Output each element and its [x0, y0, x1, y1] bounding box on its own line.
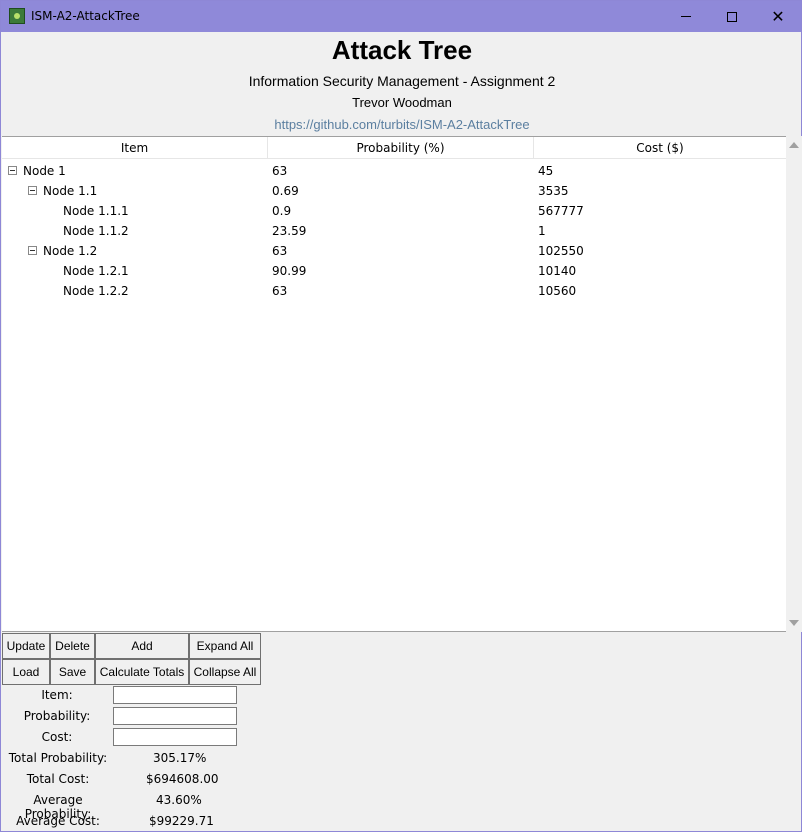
average-probability-value: 43.60% [156, 793, 202, 807]
vertical-scrollbar[interactable] [786, 136, 802, 632]
cost-label: Cost: [41, 730, 73, 744]
tree-cell-cost: 10140 [538, 264, 577, 278]
tree-cell-probability: 63 [272, 284, 288, 298]
collapse-toggle-icon[interactable] [8, 166, 17, 175]
total-cost-value: $694608.00 [146, 772, 219, 786]
total-cost-label: Total Cost: [26, 772, 90, 786]
average-cost-value: $99229.71 [149, 814, 214, 828]
tree-cell-item: Node 1.1.1 [63, 204, 129, 218]
tree-header: Item Probability (%) Cost ($) [2, 137, 786, 159]
attack-tree-view[interactable]: Item Probability (%) Cost ($) Node 1 63 45… [2, 136, 786, 632]
maximize-icon [727, 11, 737, 22]
tree-cell-item: Node 1.2.2 [63, 284, 129, 298]
column-header-cost[interactable]: Cost ($) [534, 137, 786, 159]
load-button[interactable]: Load [2, 659, 50, 685]
probability-label: Probability: [23, 709, 91, 723]
tree-cell-probability: 23.59 [272, 224, 307, 238]
collapse-toggle-icon[interactable] [28, 246, 37, 255]
tree-cell-cost: 3535 [538, 184, 569, 198]
add-button[interactable]: Add [95, 633, 189, 659]
tree-row[interactable]: Node 1.1 0.69 3535 [2, 181, 786, 201]
page-title: Attack Tree [331, 35, 473, 65]
delete-button[interactable]: Delete [50, 633, 95, 659]
expand-all-button[interactable]: Expand All [189, 633, 261, 659]
minimize-icon [681, 16, 691, 17]
repo-link[interactable]: https://github.com/turbits/ISM-A2-Attack… [2, 117, 802, 132]
close-icon: ✕ [771, 7, 785, 26]
tree-row[interactable]: Node 1 63 45 [2, 161, 786, 181]
save-button[interactable]: Save [50, 659, 95, 685]
collapse-all-button[interactable]: Collapse All [189, 659, 261, 685]
scroll-up-icon[interactable] [789, 142, 799, 148]
update-button[interactable]: Update [2, 633, 50, 659]
collapse-toggle-icon[interactable] [28, 186, 37, 195]
tree-cell-cost: 1 [538, 224, 546, 238]
tree-cell-item: Node 1.2 [43, 244, 98, 258]
close-button[interactable]: ✕ [755, 1, 801, 32]
tree-row[interactable]: Node 1.2.2 63 10560 [2, 281, 786, 301]
tree-cell-item: Node 1.1.2 [63, 224, 129, 238]
window-title: ISM-A2-AttackTree [31, 9, 140, 23]
cost-input[interactable] [113, 728, 237, 746]
tree-cell-item: Node 1 [23, 164, 66, 178]
tree-row[interactable]: Node 1.1.1 0.9 567777 [2, 201, 786, 221]
minimize-button[interactable] [663, 1, 709, 32]
tree-cell-probability: 63 [272, 244, 288, 258]
tree-cell-item: Node 1.1 [43, 184, 98, 198]
item-label: Item: [41, 688, 73, 702]
tree-cell-probability: 63 [272, 164, 288, 178]
average-cost-label: Average Cost: [16, 814, 100, 828]
maximize-button[interactable] [709, 1, 755, 32]
tree-cell-probability: 0.69 [272, 184, 299, 198]
header: Attack Tree Information Security Managem… [2, 32, 802, 136]
tree-row[interactable]: Node 1.1.2 23.59 1 [2, 221, 786, 241]
scroll-down-icon[interactable] [789, 620, 799, 626]
app-window: ISM-A2-AttackTree ✕ Attack Tree Informat… [0, 0, 802, 832]
item-input[interactable] [113, 686, 237, 704]
tree-row[interactable]: Node 1.2.1 90.99 10140 [2, 261, 786, 281]
author-name: Trevor Woodman [352, 95, 452, 110]
tree-cell-cost: 567777 [538, 204, 584, 218]
tree-cell-item: Node 1.2.1 [63, 264, 129, 278]
app-icon [9, 8, 25, 24]
title-bar[interactable]: ISM-A2-AttackTree ✕ [1, 1, 801, 32]
probability-input[interactable] [113, 707, 237, 725]
calculate-totals-button[interactable]: Calculate Totals [95, 659, 189, 685]
tree-cell-probability: 0.9 [272, 204, 292, 218]
tree-cell-cost: 45 [538, 164, 554, 178]
total-probability-label: Total Probability: [8, 751, 108, 765]
tree-cell-cost: 102550 [538, 244, 584, 258]
tree-cell-cost: 10560 [538, 284, 577, 298]
tree-cell-probability: 90.99 [272, 264, 307, 278]
column-header-probability[interactable]: Probability (%) [268, 137, 534, 159]
column-header-item[interactable]: Item [2, 137, 268, 159]
total-probability-value: 305.17% [153, 751, 207, 765]
subtitle: Information Security Management - Assign… [248, 73, 556, 89]
tree-row[interactable]: Node 1.2 63 102550 [2, 241, 786, 261]
